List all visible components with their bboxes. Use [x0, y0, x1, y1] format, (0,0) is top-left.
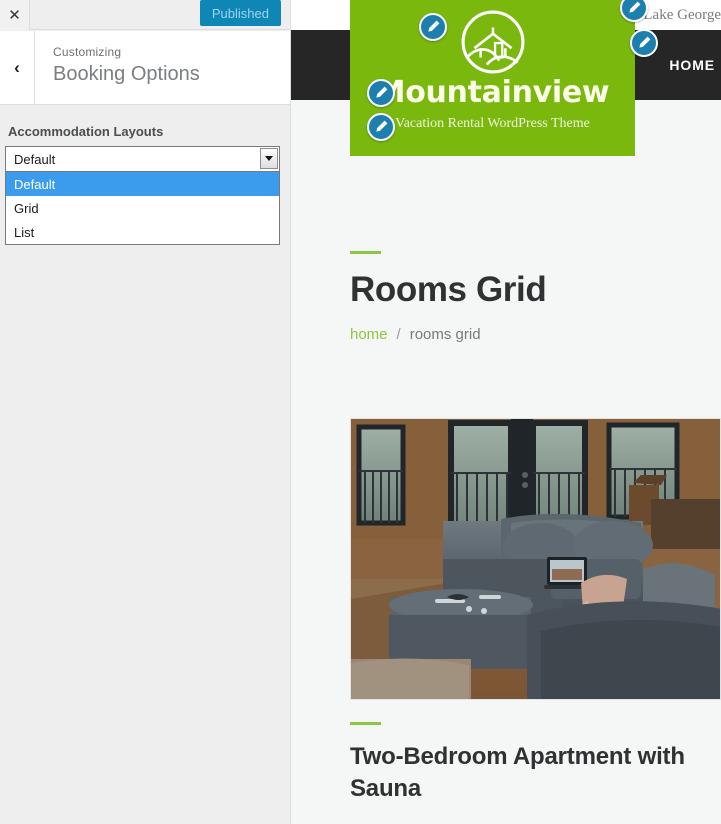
select-option-list[interactable]: List	[6, 220, 279, 244]
topbar-contact-text: Lake George	[643, 6, 721, 23]
mountain-house-logo-icon	[461, 10, 524, 74]
pencil-icon	[428, 20, 440, 32]
pencil-icon	[639, 36, 651, 48]
customizer-screen: Lake George HOME Mountainview Vacation R…	[0, 0, 721, 824]
select-option-default[interactable]: Default	[6, 172, 279, 196]
chevron-down-icon[interactable]	[260, 148, 278, 169]
accommodation-layouts-label: Accommodation Layouts	[8, 124, 164, 139]
select-option-grid[interactable]: Grid	[6, 196, 279, 220]
customizer-panel-header: ‹ Customizing Booking Options	[0, 31, 290, 105]
edit-pin-site-title[interactable]	[367, 79, 395, 107]
room-title[interactable]: Two-Bedroom Apartment with Sauna	[350, 741, 710, 806]
close-x-icon[interactable]: ✕	[0, 0, 30, 30]
room-photo[interactable]	[350, 418, 721, 700]
breadcrumb-home[interactable]: home	[350, 326, 388, 343]
breadcrumb: home / rooms grid	[350, 326, 546, 343]
room-card[interactable]: Two-Bedroom Apartment with Sauna	[350, 418, 721, 806]
customizer-sidebar: ✕ Published ‹ Customizing Booking Option…	[0, 0, 291, 824]
edit-pin-tagline[interactable]	[367, 113, 395, 141]
customizer-topbar: ✕ Published	[0, 0, 290, 30]
room-accent-rule	[350, 722, 381, 725]
pencil-icon	[629, 1, 641, 13]
edit-pin-nav-menu[interactable]	[630, 29, 658, 57]
edit-pin-site-icon[interactable]	[419, 13, 447, 41]
cabin-living-room-photo	[351, 419, 720, 699]
publish-button[interactable]: Published	[199, 0, 281, 26]
page-heading-band: Rooms Grid home / rooms grid	[291, 156, 721, 343]
panel-title: Booking Options	[53, 63, 200, 85]
chevron-left-icon[interactable]: ‹	[0, 31, 35, 104]
select-value[interactable]: Default	[5, 146, 280, 172]
customizing-label: Customizing	[53, 45, 122, 59]
pencil-icon	[376, 86, 388, 98]
breadcrumb-current: rooms grid	[409, 325, 481, 343]
edit-pin-contact-info[interactable]	[620, 0, 648, 22]
customizer-controls: Accommodation Layouts Default Default Gr…	[0, 106, 290, 824]
site-preview-frame[interactable]: Lake George HOME Mountainview Vacation R…	[291, 0, 721, 824]
select-dropdown-menu[interactable]: Default Grid List	[5, 172, 280, 245]
nav-item-home[interactable]: HOME	[669, 30, 715, 100]
breadcrumb-separator: /	[396, 325, 401, 343]
page-title: Rooms Grid	[350, 270, 547, 309]
accommodation-layouts-select[interactable]: Default Default Grid List	[5, 146, 280, 245]
pencil-icon	[376, 120, 388, 132]
title-accent-rule	[350, 251, 381, 254]
